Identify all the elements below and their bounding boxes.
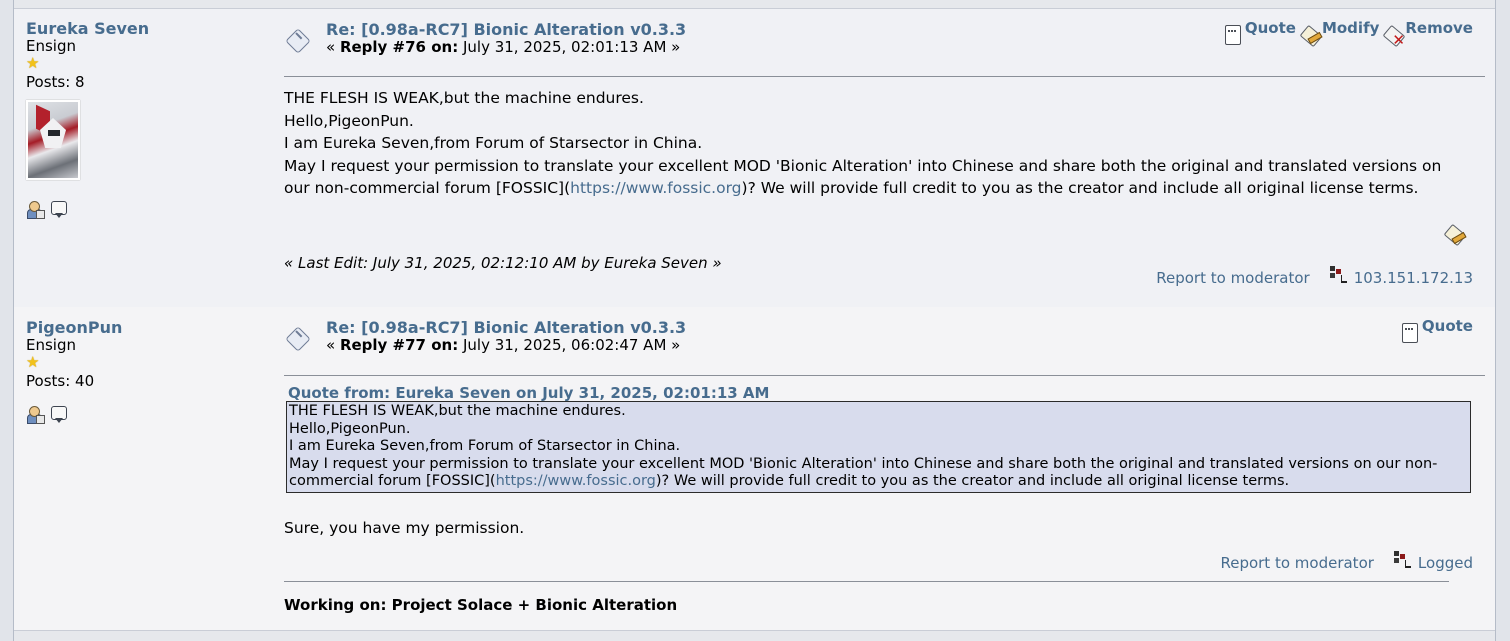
paragraph-text-end: )? We will provide full credit to you as… — [741, 179, 1419, 198]
report-to-moderator-link[interactable]: Report to moderator — [1156, 269, 1309, 287]
remove-icon: ✕ — [1382, 24, 1406, 48]
poster-info: PigeonPun Ensign ★ Posts: 40 — [26, 318, 266, 424]
last-edit-suffix: » — [707, 254, 722, 272]
last-edit-prefix: « — [284, 254, 299, 272]
quote-line: THE FLESH IS WEAK,but the machine endure… — [289, 403, 626, 419]
report-to-moderator-link[interactable]: Report to moderator — [1220, 554, 1373, 572]
quote-icon — [1400, 323, 1420, 345]
modify-inline-icon[interactable] — [1443, 223, 1467, 247]
right-scroll-gutter — [1495, 0, 1510, 641]
post-footer: Report to moderator Logged — [1220, 551, 1473, 572]
modify-button[interactable]: Modify — [1299, 19, 1380, 48]
poster-info: Eureka Seven Ensign ★ Posts: 8 — [26, 19, 266, 219]
post-message-icon — [285, 28, 312, 54]
quote-button[interactable]: Quote — [1223, 19, 1296, 47]
post-reply-info: « Reply #76 on: July 31, 2025, 02:01:13 … — [326, 38, 680, 56]
modify-label: Modify — [1321, 19, 1380, 37]
ip-icon — [1392, 551, 1412, 569]
poster-icons — [26, 405, 266, 424]
quote-fossic-link[interactable]: https://www.fossic.org — [496, 473, 656, 489]
rank-star-icon: ★ — [26, 353, 40, 371]
last-edit-text: Last Edit: July 31, 2025, 02:12:10 AM by… — [298, 254, 708, 272]
fossic-link[interactable]: https://www.fossic.org — [570, 179, 741, 197]
header-divider — [284, 375, 1485, 376]
post-line: Hello,PigeonPun. — [284, 111, 414, 130]
post-line: I am Eureka Seven,from Forum of Starsect… — [284, 134, 703, 153]
last-edit-note: « Last Edit: July 31, 2025, 02:12:10 AM … — [284, 254, 722, 272]
quote-label: Quote — [1421, 317, 1473, 335]
view-profile-icon[interactable] — [26, 200, 45, 219]
personal-message-icon[interactable] — [50, 405, 68, 423]
avatar — [26, 100, 80, 180]
poster-post-count: Posts: 40 — [26, 372, 95, 390]
quote-icon — [1223, 25, 1243, 47]
quote-paragraph: May I request your permission to transla… — [289, 456, 1468, 491]
logged-label[interactable]: Logged — [1418, 554, 1473, 572]
poster-rank: Ensign — [26, 37, 76, 55]
quote-line: I am Eureka Seven,from Forum of Starsect… — [289, 438, 681, 455]
post-body: THE FLESH IS WEAK,but the machine endure… — [284, 87, 1471, 200]
poster-name-link[interactable]: Eureka Seven — [26, 19, 266, 38]
poster-post-count: Posts: 8 — [26, 73, 85, 91]
signature: Working on: Project Solace + Bionic Alte… — [284, 596, 678, 614]
personal-message-icon[interactable] — [50, 200, 68, 218]
reply-date: July 31, 2025, 02:01:13 AM » — [458, 38, 681, 56]
rank-star-icon: ★ — [26, 54, 40, 72]
post-actions: Quote — [1400, 317, 1473, 345]
reply-date: July 31, 2025, 06:02:47 AM » — [458, 336, 681, 354]
remove-label: Remove — [1405, 19, 1473, 37]
post-reply-info: « Reply #77 on: July 31, 2025, 06:02:47 … — [326, 336, 680, 354]
remove-button[interactable]: ✕ Remove — [1382, 19, 1473, 48]
post-line: THE FLESH IS WEAK,but the machine endure… — [284, 89, 644, 107]
reply-prefix: « — [326, 38, 340, 56]
poster-name-link[interactable]: PigeonPun — [26, 318, 266, 337]
quote-button[interactable]: Quote — [1400, 317, 1473, 345]
forum-thread: Eureka Seven Ensign ★ Posts: 8 Re: [0.98… — [0, 0, 1510, 641]
reply-body: Sure, you have my permission. — [284, 519, 525, 537]
view-profile-icon[interactable] — [26, 405, 45, 424]
modify-icon — [1299, 24, 1323, 48]
post-paragraph: May I request your permission to transla… — [284, 155, 1471, 200]
ip-icon — [1328, 266, 1348, 284]
quote-block: THE FLESH IS WEAK,but the machine endure… — [286, 401, 1471, 493]
post-footer: Report to moderator 103.151.172.13 — [1156, 266, 1473, 287]
reply-prefix: « — [326, 336, 340, 354]
signature-divider — [284, 581, 1449, 582]
post-subject-link[interactable]: Re: [0.98a-RC7] Bionic Alteration v0.3.3 — [326, 20, 686, 39]
post-77: PigeonPun Ensign ★ Posts: 40 Re: [0.98a-… — [14, 307, 1495, 631]
post-subject-link[interactable]: Re: [0.98a-RC7] Bionic Alteration v0.3.3 — [326, 318, 686, 337]
quote-line: Hello,PigeonPun. — [289, 420, 411, 437]
ip-address-link[interactable]: 103.151.172.13 — [1354, 269, 1473, 287]
quote-header-link[interactable]: Quote from: Eureka Seven on July 31, 202… — [288, 384, 769, 402]
left-scroll-gutter — [0, 0, 14, 641]
post-76: Eureka Seven Ensign ★ Posts: 8 Re: [0.98… — [14, 8, 1495, 308]
poster-icons — [26, 200, 266, 219]
post-actions: Quote Modify ✕ Remove — [1223, 19, 1473, 48]
quote-paragraph-text-end: )? We will provide full credit to you as… — [655, 473, 1290, 490]
header-divider — [284, 76, 1485, 77]
reply-number: Reply #77 on: — [339, 336, 459, 354]
reply-number: Reply #76 on: — [339, 38, 459, 56]
poster-rank: Ensign — [26, 336, 76, 354]
post-message-icon — [285, 326, 312, 352]
quote-label: Quote — [1244, 19, 1296, 37]
